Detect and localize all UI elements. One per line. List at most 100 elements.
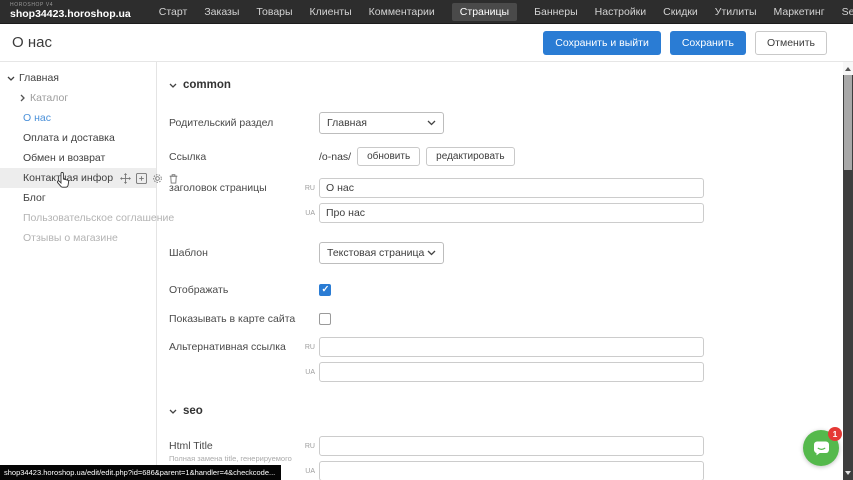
tree-item-label: Пользовательское соглашение (23, 212, 174, 224)
field-label: Отображать (169, 284, 301, 296)
nav-item-settings[interactable]: Настройки (595, 3, 647, 21)
horoshop-logo[interactable]: HOROSHOP V4 shop34423.horoshop.ua (10, 3, 131, 20)
link-content: /o-nas/ обновить редактировать (319, 147, 515, 166)
save-button[interactable]: Сохранить (670, 31, 746, 55)
html-title-hint: Полная замена title, генерируемого (169, 454, 301, 463)
field-show-in-sitemap: Показывать в карте сайта (169, 313, 853, 325)
chevron-right-icon[interactable] (17, 94, 27, 102)
lang-label-ru: RU (301, 344, 315, 351)
html-title-ua-input[interactable] (319, 461, 704, 480)
nav-item-clients[interactable]: Клиенты (310, 3, 352, 21)
html-title-ru-input[interactable] (319, 436, 704, 456)
nav-item-products[interactable]: Товары (256, 3, 292, 21)
section-common[interactable]: common (169, 78, 853, 92)
nav-item-comments[interactable]: Комментарии (369, 3, 435, 21)
tree-item-store-reviews[interactable]: Отзывы о магазине (0, 228, 156, 248)
lang-label-ua: UA (301, 210, 315, 217)
tree-item-label: Контактная инфор (23, 172, 113, 184)
lang-label-ua: UA (301, 468, 315, 475)
select-value: Текстовая страница (327, 247, 427, 259)
nav-item-utilities[interactable]: Утилиты (715, 3, 757, 21)
chat-bubble-icon (812, 439, 831, 457)
lang-label-ru: RU (301, 185, 315, 192)
html-title-label: Html Title (169, 440, 213, 452)
section-common-title: common (183, 79, 231, 91)
tree-item-label: Блог (23, 192, 46, 204)
chevron-down-icon (169, 409, 177, 414)
section-seo-title: seo (183, 405, 203, 417)
vertical-scrollbar[interactable] (843, 62, 853, 480)
link-edit-button[interactable]: редактировать (426, 147, 514, 166)
alt-link-ru-input[interactable] (319, 337, 704, 357)
top-navbar: HOROSHOP V4 shop34423.horoshop.ua Старт … (0, 0, 853, 24)
tree-item-about-us[interactable]: О нас (0, 108, 156, 128)
tree-item-contact-info[interactable]: Контактная инфор (0, 168, 156, 188)
tree-item-home[interactable]: Главная (0, 68, 156, 88)
add-page-icon[interactable] (135, 172, 147, 184)
sitemap-checkbox[interactable] (319, 313, 331, 325)
browser-status-url: shop34423.horoshop.ua/edit/edit.php?id=6… (0, 465, 281, 480)
cancel-button[interactable]: Отменить (755, 31, 827, 55)
select-value: Главная (327, 117, 427, 129)
display-checkbox[interactable] (319, 284, 331, 296)
field-label: Шаблон (169, 247, 301, 259)
scrollbar-down-arrow[interactable] (843, 467, 853, 478)
nav-item-marketing[interactable]: Маркетинг (774, 3, 825, 21)
page-title-ru-input[interactable] (319, 178, 704, 198)
tree-item-user-agreement[interactable]: Пользовательское соглашение (0, 208, 156, 228)
section-seo[interactable]: seo (169, 404, 853, 418)
field-label: Показывать в карте сайта (169, 313, 301, 325)
field-template: Шаблон Текстовая страница (169, 242, 853, 264)
template-select[interactable]: Текстовая страница (319, 242, 444, 264)
page-edit-form: common Родительский раздел Главная Ссылк… (157, 62, 853, 480)
chevron-down-icon (169, 83, 177, 88)
scrollbar-up-arrow[interactable] (843, 62, 853, 75)
link-path-value: /o-nas/ (319, 151, 351, 163)
nav-item-discounts[interactable]: Скидки (663, 3, 698, 21)
parent-section-select[interactable]: Главная (319, 112, 444, 134)
page-title-ua-input[interactable] (319, 203, 704, 223)
pages-tree-sidebar: Главная Каталог О нас Оплата и доставка … (0, 62, 157, 480)
field-parent-section: Родительский раздел Главная (169, 112, 853, 134)
tree-item-exchange-return[interactable]: Обмен и возврат (0, 148, 156, 168)
logo-domain: shop34423.horoshop.ua (10, 9, 131, 20)
tree-item-label: Оплата и доставка (23, 132, 115, 144)
lang-label-ua: UA (301, 369, 315, 376)
field-label: Родительский раздел (169, 117, 301, 129)
field-label: Альтернативная ссылка (169, 337, 301, 353)
save-and-exit-button[interactable]: Сохранить и выйти (543, 31, 661, 55)
chevron-down-icon (427, 120, 436, 126)
field-label: Html Title Полная замена title, генериру… (169, 436, 301, 463)
page-header: О нас Сохранить и выйти Сохранить Отмени… (0, 24, 853, 62)
field-label: Ссылка (169, 151, 301, 163)
chevron-down-icon[interactable] (6, 76, 16, 81)
field-label: заголовок страницы (169, 178, 301, 194)
tree-item-blog[interactable]: Блог (0, 188, 156, 208)
field-alt-link: Альтернативная ссылка RU UA (169, 337, 853, 382)
alt-link-ua-input[interactable] (319, 362, 704, 382)
chevron-down-icon (427, 250, 436, 256)
tree-item-catalog[interactable]: Каталог (0, 88, 156, 108)
tree-item-label: Главная (19, 72, 59, 84)
nav-item-banners[interactable]: Баннеры (534, 3, 578, 21)
move-icon[interactable] (119, 172, 131, 184)
header-actions: Сохранить и выйти Сохранить Отменить (543, 31, 827, 55)
chat-widget-button[interactable]: 1 (803, 430, 839, 466)
field-display: Отображать (169, 284, 853, 296)
field-page-title: заголовок страницы RU UA (169, 178, 853, 223)
tree-item-label: Каталог (30, 92, 68, 104)
lang-label-ru: RU (301, 443, 315, 450)
nav-item-seo[interactable]: Seo (842, 3, 853, 21)
nav-item-pages[interactable]: Страницы (452, 3, 517, 21)
nav-item-start[interactable]: Старт (159, 3, 188, 21)
tree-item-label: О нас (23, 112, 51, 124)
tree-item-label: Отзывы о магазине (23, 232, 118, 244)
tree-item-label: Обмен и возврат (23, 152, 105, 164)
link-update-button[interactable]: обновить (357, 147, 420, 166)
nav-item-orders[interactable]: Заказы (204, 3, 239, 21)
page-title: О нас (12, 34, 52, 51)
scrollbar-thumb[interactable] (844, 75, 852, 170)
main-menu: Старт Заказы Товары Клиенты Комментарии … (159, 3, 853, 21)
tree-item-payment-delivery[interactable]: Оплата и доставка (0, 128, 156, 148)
field-link: Ссылка /o-nas/ обновить редактировать (169, 147, 853, 166)
